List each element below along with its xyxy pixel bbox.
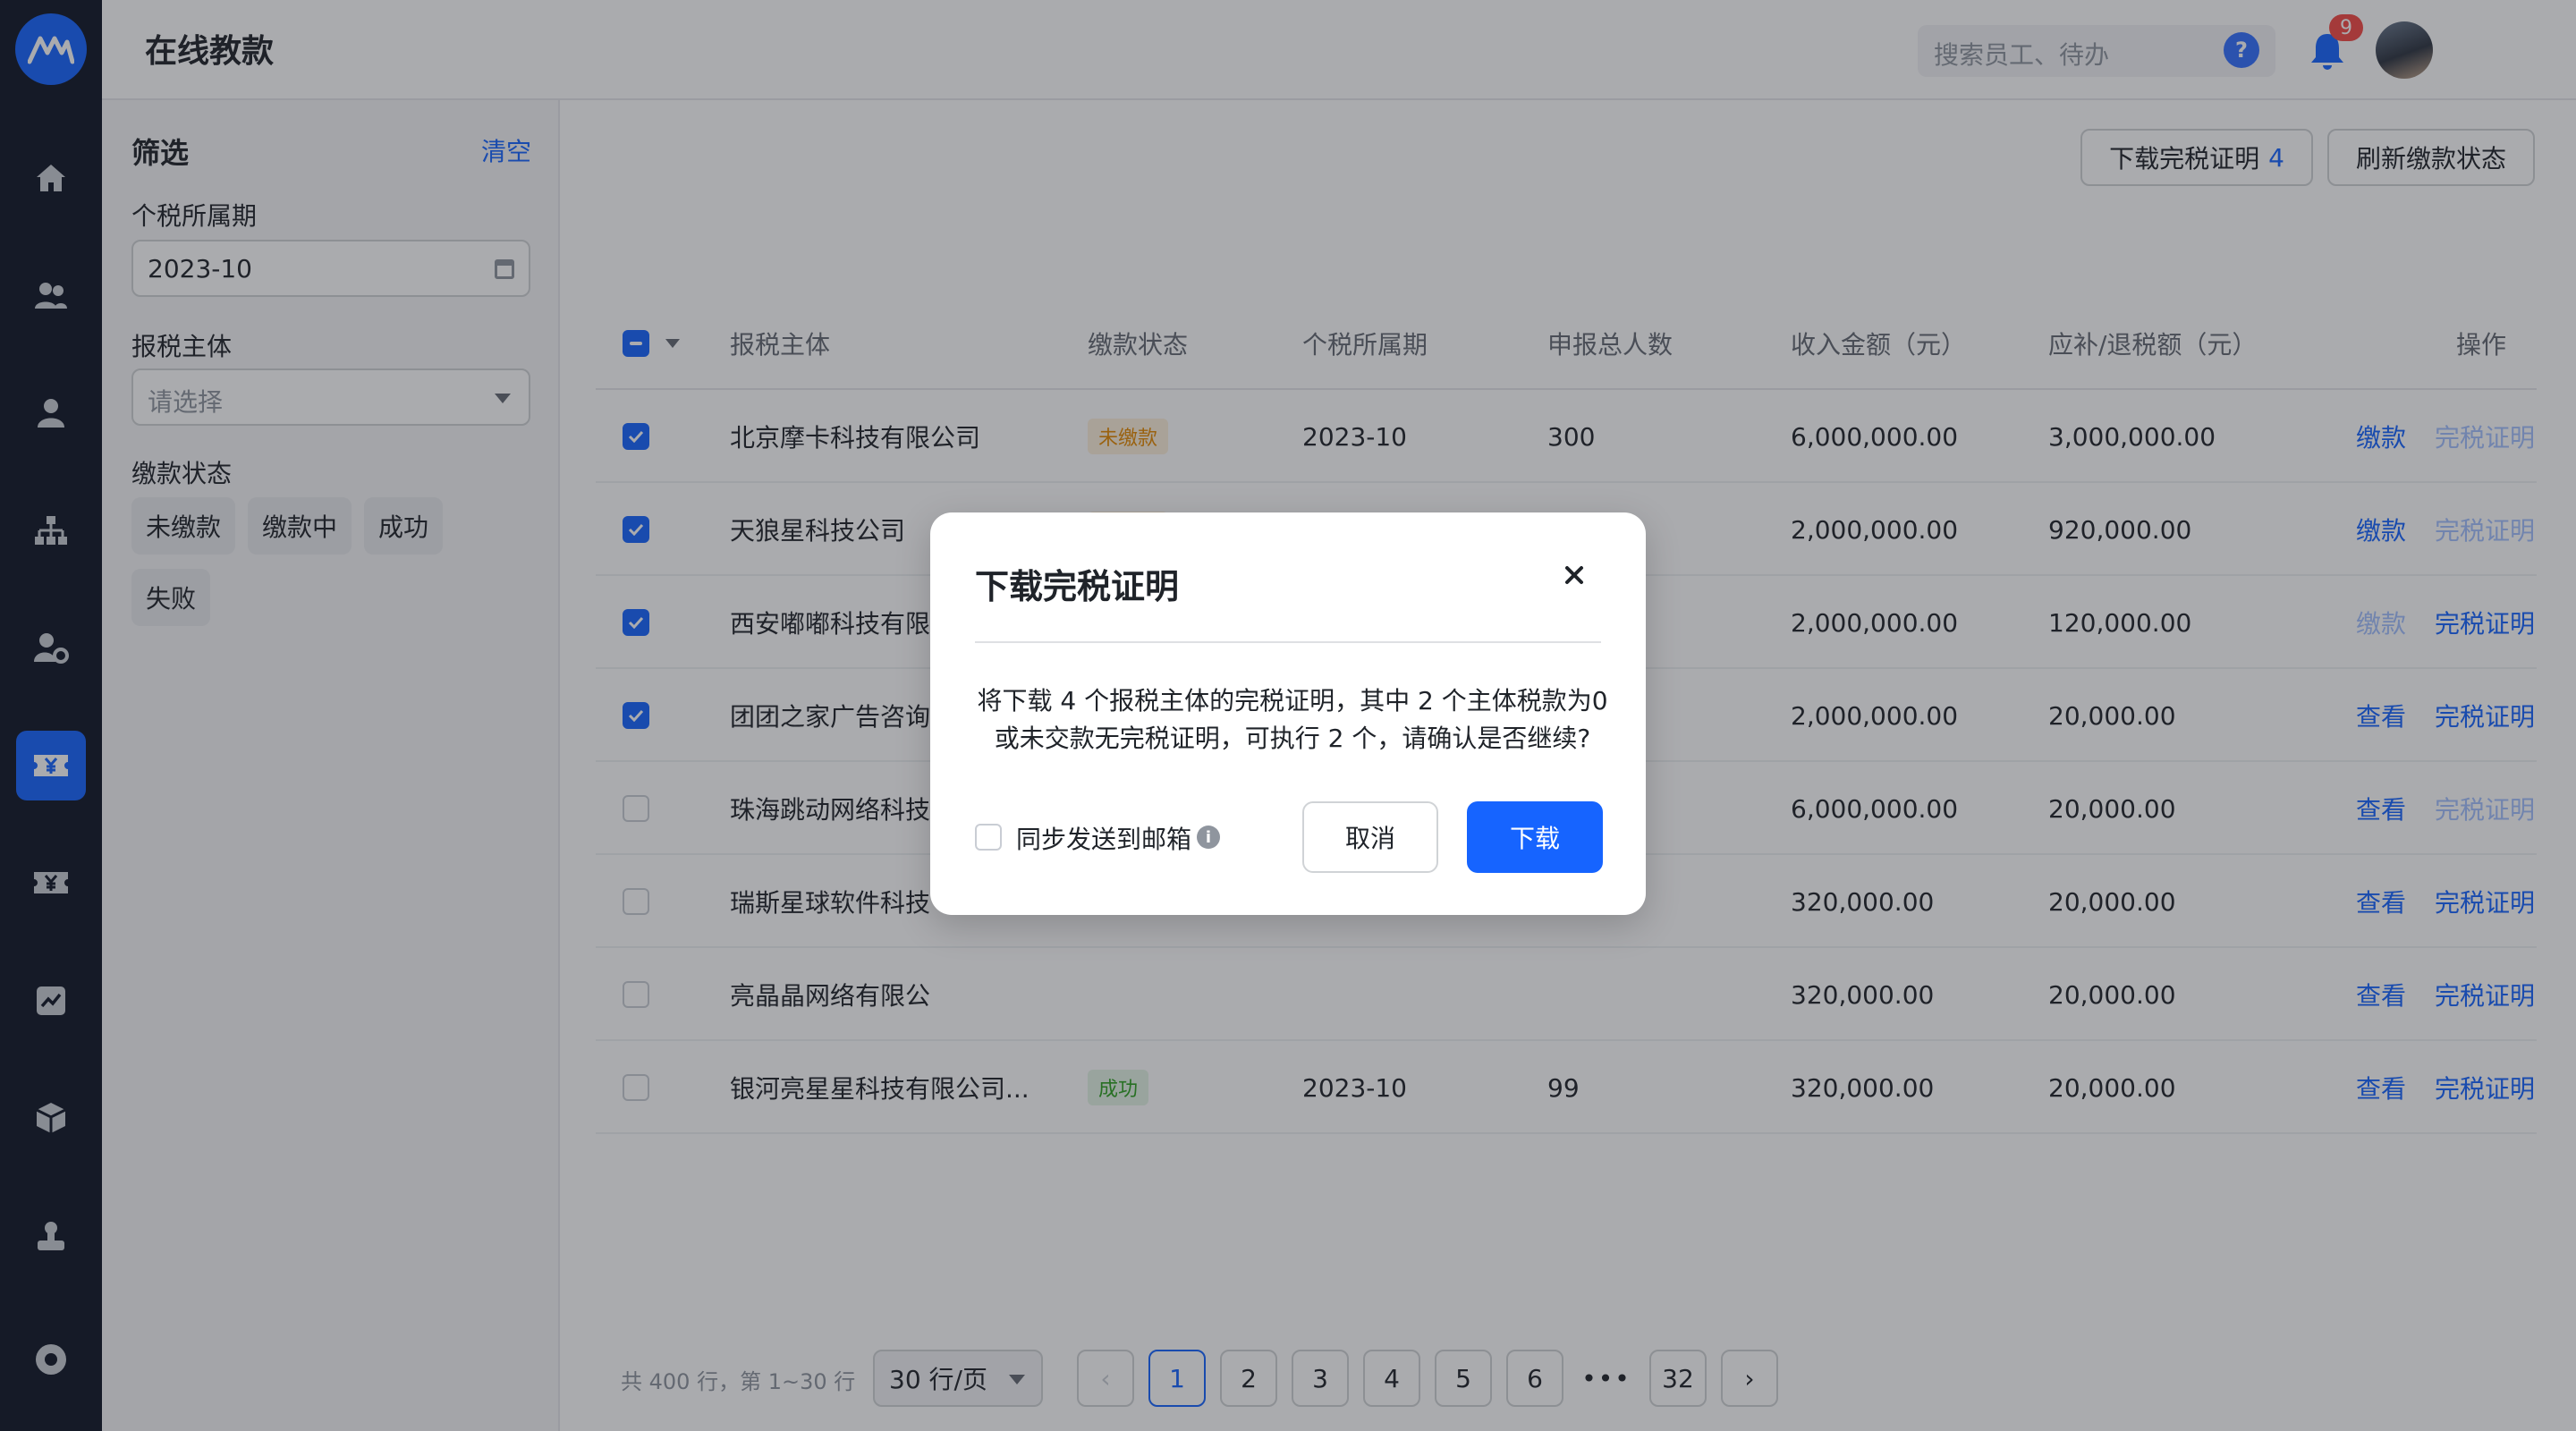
close-icon[interactable]: [1556, 557, 1592, 593]
download-button[interactable]: 下载: [1467, 801, 1603, 873]
cancel-button[interactable]: 取消: [1302, 801, 1438, 873]
dialog-title: 下载完税证明: [975, 567, 1180, 606]
dialog-message: 将下载 4 个报税主体的完税证明，其中 2 个主体税款为0 或未交款无完税证明，…: [975, 682, 1610, 758]
download-certificate-dialog: 下载完税证明 将下载 4 个报税主体的完税证明，其中 2 个主体税款为0 或未交…: [930, 512, 1646, 915]
dialog-message-line-2: 或未交款无完税证明，可执行 2 个，请确认是否继续?: [994, 724, 1591, 753]
dialog-message-line-1: 将下载 4 个报税主体的完税证明，其中 2 个主体税款为0: [977, 686, 1608, 716]
send-email-label[interactable]: 同步发送到邮箱: [1016, 820, 1191, 856]
send-email-checkbox[interactable]: [975, 824, 1002, 851]
dialog-divider: [975, 641, 1601, 643]
info-icon[interactable]: i: [1197, 826, 1220, 849]
